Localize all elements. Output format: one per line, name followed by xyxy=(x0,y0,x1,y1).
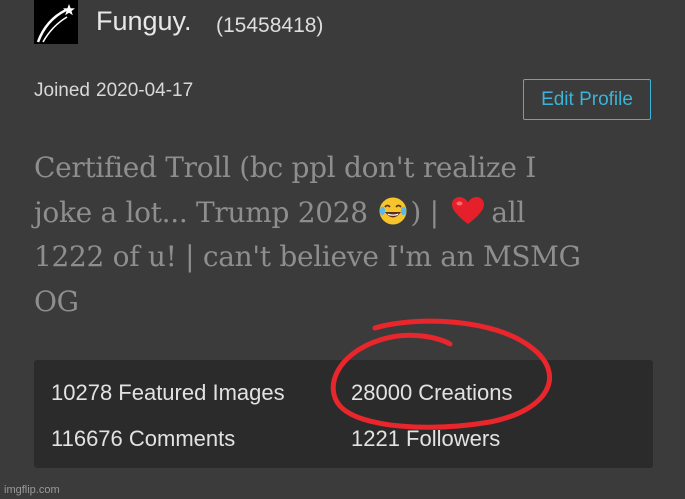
bio-text: all xyxy=(491,195,526,229)
bio-line: joke a lot... Trump 2028 ) | all xyxy=(34,191,664,236)
joined-date-label: Joined 2020-04-17 xyxy=(34,80,193,102)
bio-text: ) | xyxy=(410,195,439,229)
bio-line: 1222 of u! | can't believe I'm an MSMG xyxy=(34,240,581,273)
bio-text: joke a lot... Trump 2028 xyxy=(34,195,368,229)
bio-line: Certified Troll (bc ppl don't realize I xyxy=(34,151,536,184)
bio-line: OG xyxy=(34,284,79,318)
profile-bio: Certified Troll (bc ppl don't realize I … xyxy=(34,146,664,324)
shooting-star-icon xyxy=(36,4,75,43)
comments-stat[interactable]: 116676 Comments xyxy=(51,426,235,452)
stats-panel: 10278 Featured Images 28000 Creations 11… xyxy=(34,360,653,468)
featured-images-stat[interactable]: 10278 Featured Images xyxy=(51,380,285,406)
username: Funguy. xyxy=(96,6,192,36)
edit-profile-button[interactable]: Edit Profile xyxy=(523,79,651,120)
creations-stat[interactable]: 28000 Creations xyxy=(351,380,512,406)
joined-label: Joined xyxy=(34,80,90,101)
joined-date: 2020-04-17 xyxy=(96,80,194,101)
user-id: (15458418) xyxy=(216,14,324,37)
imgflip-watermark: imgflip.com xyxy=(4,484,60,496)
avatar[interactable] xyxy=(34,0,78,44)
laughing-tears-emoji-icon xyxy=(379,197,407,224)
red-heart-emoji-icon xyxy=(452,196,485,224)
followers-stat[interactable]: 1221 Followers xyxy=(351,426,500,452)
